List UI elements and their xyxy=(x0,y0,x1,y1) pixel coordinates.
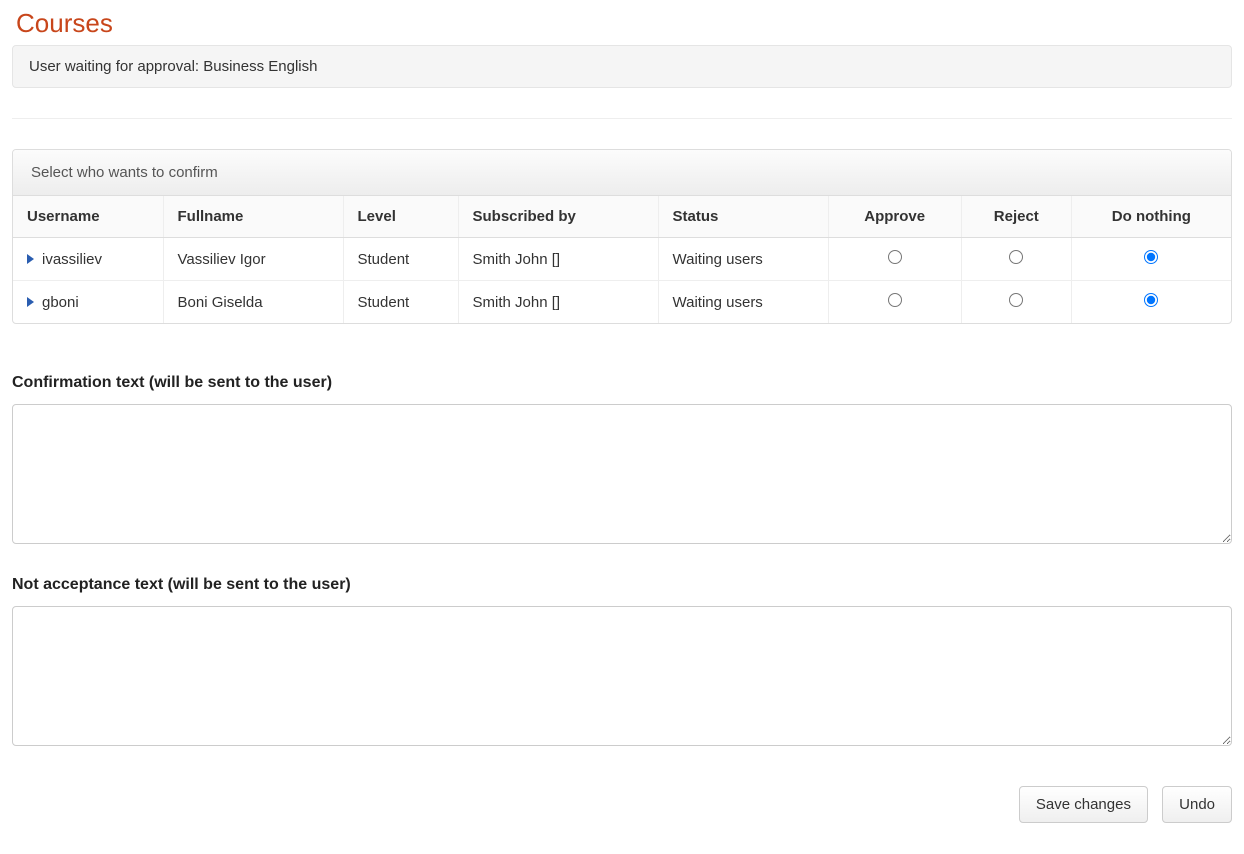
cell-subscribed-by: Smith John [] xyxy=(458,238,658,281)
username-text: ivassiliev xyxy=(42,251,102,268)
table-row: ivassiliev Vassiliev IgorStudentSmith Joh… xyxy=(13,238,1231,281)
cell-subscribed-by: Smith John [] xyxy=(458,281,658,324)
cell-reject xyxy=(961,238,1071,281)
cell-fullname: Vassiliev Igor xyxy=(163,238,343,281)
page-title: Courses xyxy=(12,8,1232,39)
cell-status: Waiting users xyxy=(658,281,828,324)
col-header-username: Username xyxy=(13,196,163,238)
divider xyxy=(12,118,1232,119)
cell-do-nothing xyxy=(1071,238,1231,281)
radio-reject[interactable] xyxy=(1009,250,1023,264)
cell-reject xyxy=(961,281,1071,324)
cell-do-nothing xyxy=(1071,281,1231,324)
col-header-reject: Reject xyxy=(961,196,1071,238)
cell-level: Student xyxy=(343,281,458,324)
col-header-level: Level xyxy=(343,196,458,238)
col-header-do-nothing: Do nothing xyxy=(1071,196,1231,238)
save-changes-button[interactable]: Save changes xyxy=(1019,786,1148,823)
radio-approve[interactable] xyxy=(888,293,902,307)
cell-username: ivassiliev xyxy=(13,238,163,281)
cell-status: Waiting users xyxy=(658,238,828,281)
cell-level: Student xyxy=(343,238,458,281)
col-header-approve: Approve xyxy=(828,196,961,238)
undo-button[interactable]: Undo xyxy=(1162,786,1232,823)
cell-approve xyxy=(828,281,961,324)
users-table: Username Fullname Level Subscribed by St… xyxy=(13,196,1231,323)
expand-icon[interactable] xyxy=(27,297,34,307)
confirmation-textarea[interactable] xyxy=(12,404,1232,544)
panel-heading: Select who wants to confirm xyxy=(13,150,1231,196)
table-row: gboni Boni GiseldaStudentSmith John []Wai… xyxy=(13,281,1231,324)
radio-approve[interactable] xyxy=(888,250,902,264)
rejection-label: Not acceptance text (will be sent to the… xyxy=(12,576,1232,594)
cell-approve xyxy=(828,238,961,281)
rejection-section: Not acceptance text (will be sent to the… xyxy=(12,576,1232,750)
col-header-subscribed-by: Subscribed by xyxy=(458,196,658,238)
approval-panel: Select who wants to confirm Username Ful… xyxy=(12,149,1232,324)
col-header-fullname: Fullname xyxy=(163,196,343,238)
username-text: gboni xyxy=(42,294,79,311)
radio-do-nothing[interactable] xyxy=(1144,250,1158,264)
col-header-status: Status xyxy=(658,196,828,238)
expand-icon[interactable] xyxy=(27,254,34,264)
confirmation-section: Confirmation text (will be sent to the u… xyxy=(12,374,1232,548)
confirmation-label: Confirmation text (will be sent to the u… xyxy=(12,374,1232,392)
notice-bar: User waiting for approval: Business Engl… xyxy=(12,45,1232,88)
radio-do-nothing[interactable] xyxy=(1144,293,1158,307)
button-row: Save changes Undo xyxy=(12,778,1232,823)
radio-reject[interactable] xyxy=(1009,293,1023,307)
cell-fullname: Boni Giselda xyxy=(163,281,343,324)
cell-username: gboni xyxy=(13,281,163,324)
rejection-textarea[interactable] xyxy=(12,606,1232,746)
